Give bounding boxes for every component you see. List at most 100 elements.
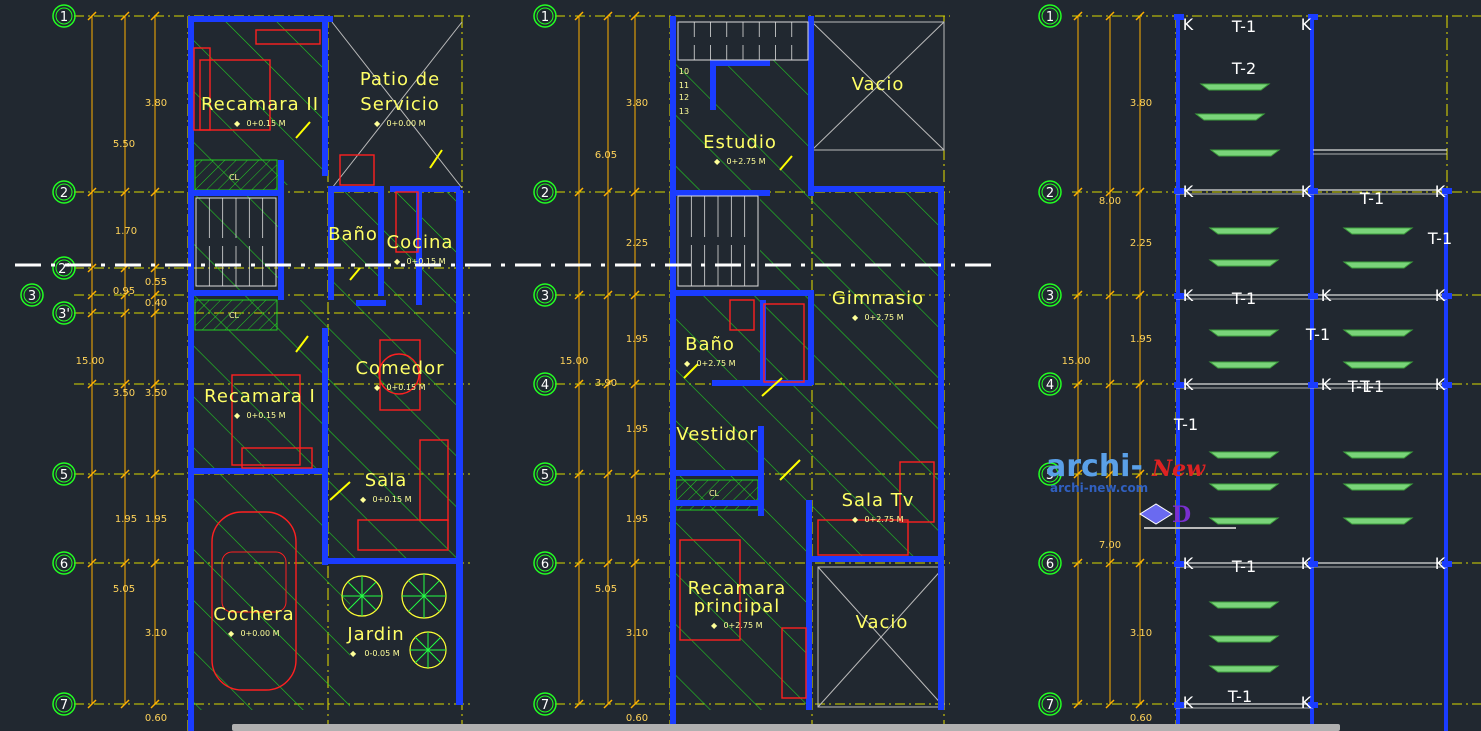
dimension-label: 1.95 — [115, 514, 137, 525]
room-level: 0+0.00 M — [386, 119, 425, 128]
wall-segment — [188, 16, 194, 731]
slab-symbol — [1342, 329, 1414, 337]
watermark-logo: archi- New archi-new.com D — [1046, 449, 1236, 529]
room-level: 0+2.75 M — [864, 515, 903, 524]
level-marker-icon: ◆ — [374, 383, 381, 392]
stair-number: 13 — [679, 107, 689, 116]
dimension-label: 3.50 — [145, 388, 167, 399]
room-name: Patio de — [360, 69, 440, 90]
wall-segment — [938, 560, 944, 710]
level-marker-icon: ◆ — [234, 119, 241, 128]
level-marker-icon: ◆ — [684, 359, 691, 368]
dimension-label: 7.00 — [1099, 540, 1121, 551]
wall-segment — [670, 16, 676, 731]
wall-segment — [188, 16, 333, 22]
dimension-label: 1.95 — [626, 334, 648, 345]
axis-label: 6 — [60, 557, 68, 572]
architectural-drawing: 122'33'567123456712345675.501.700.950.55… — [15, 4, 1481, 731]
axis-label: 2 — [1046, 186, 1054, 201]
beam-label: T-1 — [1231, 289, 1256, 308]
axis-label: 3' — [58, 307, 70, 322]
column-mark: K — [1183, 182, 1194, 201]
slab-symbol — [1342, 361, 1414, 369]
beam-label: T-1 — [1173, 415, 1198, 434]
wall-segment — [194, 468, 328, 474]
wall-segment — [676, 470, 764, 476]
column-mark: K — [1435, 554, 1446, 573]
horizontal-scrollbar[interactable] — [232, 724, 1340, 731]
room-level: 0+0.00 M — [240, 629, 279, 638]
wall-segment — [278, 160, 284, 300]
dimension-label: 5.50 — [113, 139, 135, 150]
wall-segment — [1444, 190, 1448, 731]
axis-label: 4 — [541, 378, 549, 393]
wall-segment — [322, 328, 328, 468]
beam-label: T-1 — [1359, 189, 1384, 208]
level-marker-icon: ◆ — [228, 629, 235, 638]
dimension-label: 2.25 — [626, 238, 648, 249]
wall-segment — [670, 190, 770, 196]
axis-label: 3 — [541, 289, 549, 304]
room-name: Recamara II — [201, 94, 319, 115]
beam-label: T-1 — [1231, 557, 1256, 576]
dimension-label: 1.95 — [626, 424, 648, 435]
dimension-label: 6.05 — [595, 150, 617, 161]
level-marker-icon: ◆ — [852, 515, 859, 524]
slab-symbol — [1342, 261, 1414, 269]
column-mark: K — [1183, 375, 1194, 394]
beam-label: T-1 — [1231, 17, 1256, 36]
wall-segment — [322, 465, 328, 565]
dimension-label: 0.60 — [626, 713, 648, 724]
dimension-label: 0.60 — [145, 713, 167, 724]
wall-segment — [328, 558, 456, 564]
roof-column — [1308, 382, 1318, 388]
column-mark: K — [1435, 286, 1446, 305]
axis-label: 1 — [60, 10, 68, 25]
column-mark: K — [1183, 554, 1194, 573]
wall-segment — [808, 290, 814, 385]
stair-number: 10 — [679, 67, 689, 76]
closet-label: CL — [229, 173, 240, 182]
axis-label: 1 — [541, 10, 549, 25]
stair-number: 11 — [679, 81, 689, 90]
wall-segment — [456, 190, 463, 700]
wall-segment — [322, 16, 328, 176]
closet-label: CL — [709, 489, 720, 498]
dimension-label: 3.80 — [145, 98, 167, 109]
room-name: Cocina — [387, 232, 454, 253]
slab-symbol — [1208, 665, 1280, 673]
hatch-area — [676, 190, 810, 295]
room-level: 0+0.15 M — [372, 495, 411, 504]
axis-label: 4 — [1046, 378, 1054, 393]
slab-symbol — [1342, 451, 1414, 459]
column-mark: K — [1183, 286, 1194, 305]
room-level: 0+0.15 M — [246, 411, 285, 420]
plant-leaf — [414, 649, 429, 664]
level-marker-icon: ◆ — [714, 157, 721, 166]
axis-label: 6 — [541, 557, 549, 572]
stair-number: 12 — [679, 93, 689, 102]
wall-segment — [710, 60, 716, 110]
dimension-label: 1.95 — [1130, 334, 1152, 345]
slab-symbol — [1208, 635, 1280, 643]
level-marker-icon: ◆ — [374, 119, 381, 128]
plant-leaf — [361, 581, 377, 597]
room-name: Servicio — [360, 94, 439, 115]
dimension-label: 8.00 — [1099, 196, 1121, 207]
wall-segment — [356, 300, 386, 306]
room-name: Baño — [685, 334, 735, 355]
wall-segment — [676, 500, 760, 506]
slab-symbol — [1208, 361, 1280, 369]
dimension-label: 3.10 — [1130, 628, 1152, 639]
level-marker-icon: ◆ — [360, 495, 367, 504]
room-level: 0+2.75 M — [723, 621, 762, 630]
dimension-label: 5.05 — [113, 584, 135, 595]
room-name: Comedor — [355, 358, 444, 379]
wall-segment — [712, 380, 812, 386]
room-name: Sala Tv — [842, 490, 915, 511]
axis-label: 2 — [60, 186, 68, 201]
room-level: 0+0.15 M — [246, 119, 285, 128]
wall-segment — [806, 556, 944, 562]
dimension-label: 3.80 — [626, 98, 648, 109]
slab-symbol — [1208, 227, 1280, 235]
